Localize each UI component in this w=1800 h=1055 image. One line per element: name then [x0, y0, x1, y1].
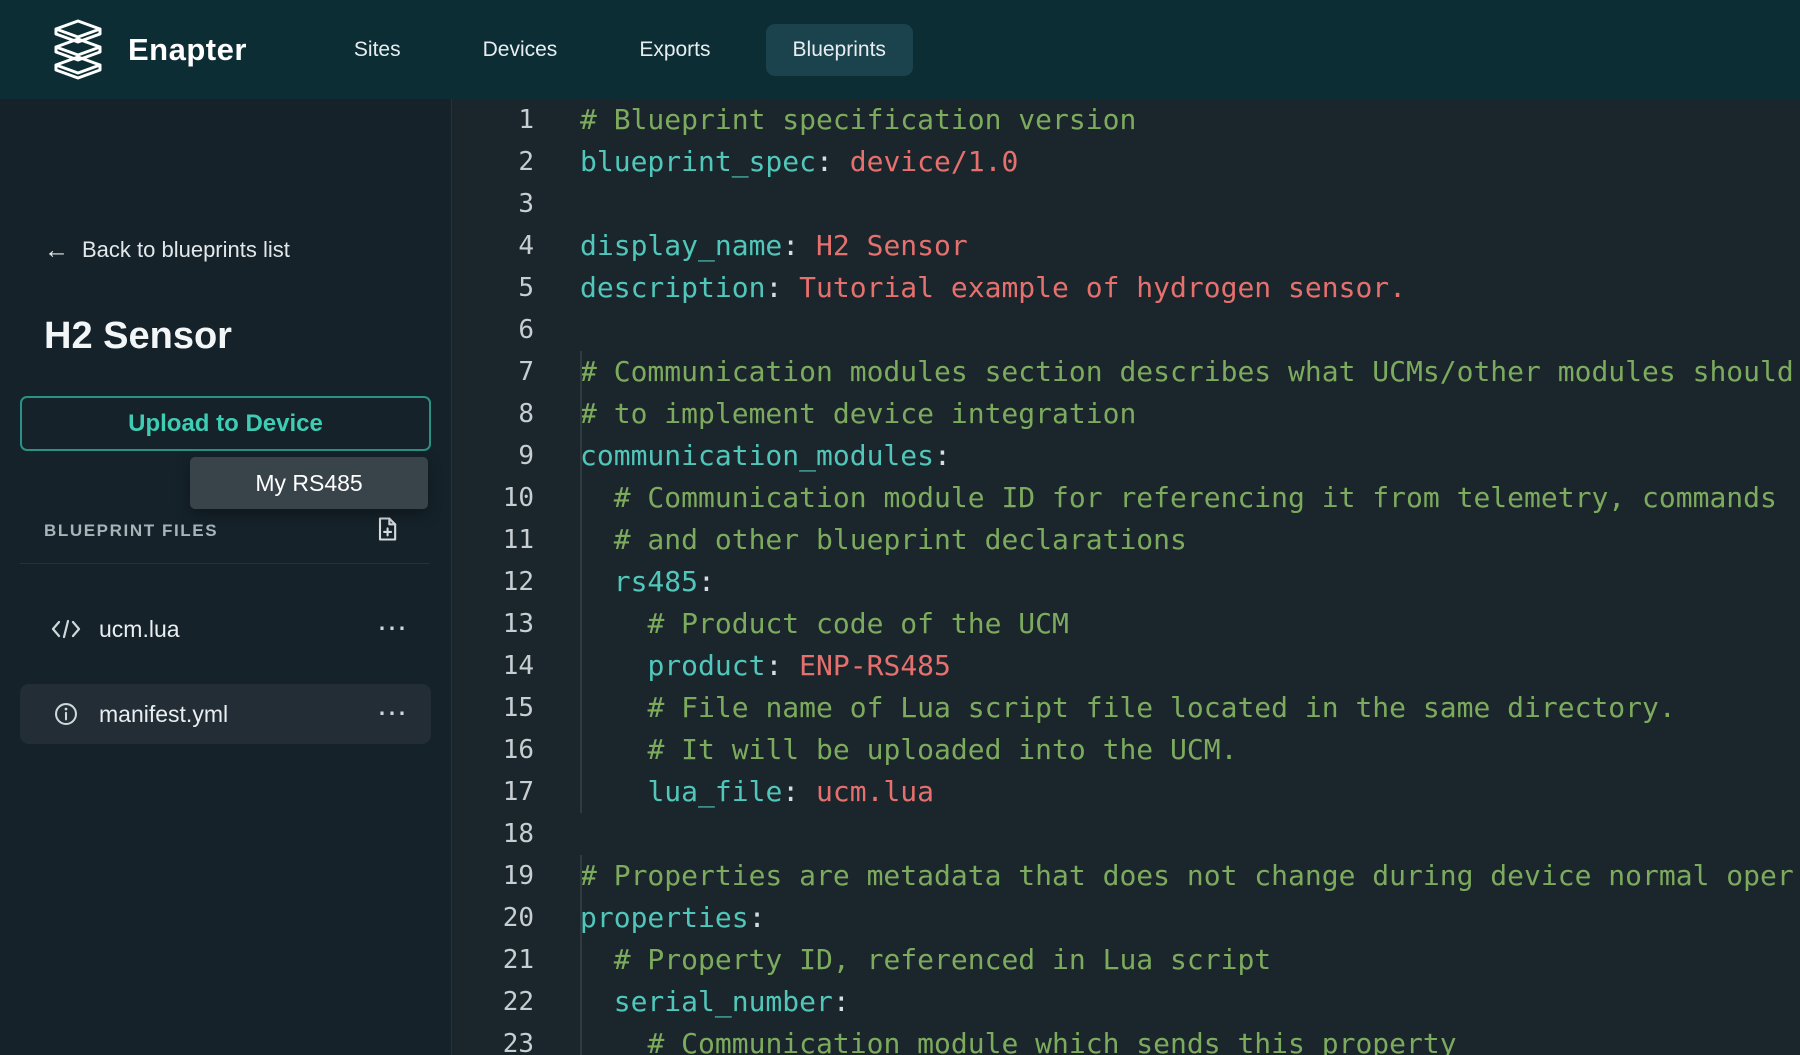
code-line[interactable]: 5 description: Tutorial example of hydrog…: [453, 267, 1800, 309]
code-line-content: # Communication module ID for referencin…: [580, 477, 1777, 519]
nav-item-exports[interactable]: Exports: [612, 24, 737, 76]
code-line-content: # Property ID, referenced in Lua script: [580, 939, 1271, 981]
code-line-content: # Communication module which sends this …: [580, 1023, 1457, 1055]
code-line-content: # and other blueprint declarations: [580, 519, 1187, 561]
nav-item-devices[interactable]: Devices: [456, 24, 585, 76]
line-number: 16: [453, 729, 534, 771]
code-icon: [50, 618, 82, 640]
upload-to-device-button[interactable]: Upload to Device: [20, 396, 431, 451]
code-line[interactable]: 16 # It will be uploaded into the UCM.: [453, 729, 1800, 771]
main-nav: Sites Devices Exports Blueprints: [327, 24, 913, 76]
line-number: 18: [453, 813, 534, 855]
line-number: 15: [453, 687, 534, 729]
code-line[interactable]: 19 # Properties are metadata that does no…: [453, 855, 1800, 897]
line-number: 3: [453, 183, 534, 225]
code-line[interactable]: 11 # and other blueprint declarations: [453, 519, 1800, 561]
line-number: 20: [453, 897, 534, 939]
blueprint-sidebar: ← Back to blueprints list H2 Sensor Uplo…: [0, 99, 452, 1055]
code-line[interactable]: 6: [453, 309, 1800, 351]
code-line-content: properties:: [580, 897, 765, 939]
code-line[interactable]: 23 # Communication module which sends th…: [453, 1023, 1800, 1055]
code-line-content: product: ENP-RS485: [580, 645, 951, 687]
line-number: 13: [453, 603, 534, 645]
nav-item-blueprints[interactable]: Blueprints: [766, 24, 913, 76]
code-line-content: communication_modules:: [580, 435, 951, 477]
code-line[interactable]: 18: [453, 813, 1800, 855]
line-number: 10: [453, 477, 534, 519]
code-line-content: serial_number:: [580, 981, 850, 1023]
code-line-content: blueprint_spec: device/1.0: [580, 141, 1018, 183]
code-line[interactable]: 2 blueprint_spec: device/1.0: [453, 141, 1800, 183]
code-line-content: # Blueprint specification version: [580, 99, 1136, 141]
code-lines: 1 # Blueprint specification version 2 bluep…: [453, 99, 1800, 1055]
back-arrow-icon: ←: [44, 239, 69, 261]
code-line[interactable]: 8 # to implement device integration: [453, 393, 1800, 435]
line-number: 2: [453, 141, 534, 183]
brand-name[interactable]: Enapter: [128, 32, 247, 68]
line-number: 5: [453, 267, 534, 309]
code-line[interactable]: 7 # Communication modules section describ…: [453, 351, 1800, 393]
code-line[interactable]: 9 communication_modules:: [453, 435, 1800, 477]
code-line[interactable]: 13 # Product code of the UCM: [453, 603, 1800, 645]
add-file-button[interactable]: [369, 512, 405, 548]
code-line-content: # File name of Lua script file located i…: [580, 687, 1676, 729]
device-menu-item[interactable]: My RS485: [190, 457, 428, 509]
line-number: 14: [453, 645, 534, 687]
blueprint-files-header: BLUEPRINT FILES: [44, 521, 218, 541]
code-line[interactable]: 17 lua_file: ucm.lua: [453, 771, 1800, 813]
code-line-content: rs485:: [580, 561, 715, 603]
line-number: 17: [453, 771, 534, 813]
code-line-content: description: Tutorial example of hydroge…: [580, 267, 1406, 309]
code-line-content: # Properties are metadata that does not …: [580, 855, 1794, 897]
code-line[interactable]: 22 serial_number:: [453, 981, 1800, 1023]
code-line[interactable]: 21 # Property ID, referenced in Lua scri…: [453, 939, 1800, 981]
line-number: 12: [453, 561, 534, 603]
code-line[interactable]: 10 # Communication module ID for referen…: [453, 477, 1800, 519]
line-number: 22: [453, 981, 534, 1023]
line-number: 19: [453, 855, 534, 897]
code-line-content: # to implement device integration: [580, 393, 1136, 435]
code-line-content: lua_file: ucm.lua: [580, 771, 934, 813]
top-nav-bar: Enapter Sites Devices Exports Blueprints: [0, 0, 1800, 99]
code-line[interactable]: 4 display_name: H2 Sensor: [453, 225, 1800, 267]
files-divider: [20, 563, 430, 564]
line-number: 23: [453, 1023, 534, 1055]
code-line-content: # Communication modules section describe…: [580, 351, 1794, 393]
code-editor[interactable]: 1 # Blueprint specification version 2 bluep…: [453, 99, 1800, 1055]
line-number: 4: [453, 225, 534, 267]
line-number: 1: [453, 99, 534, 141]
code-line[interactable]: 20 properties:: [453, 897, 1800, 939]
file-name: ucm.lua: [99, 616, 180, 643]
file-name: manifest.yml: [99, 701, 228, 728]
line-number: 8: [453, 393, 534, 435]
enapter-logo-icon: [46, 18, 110, 82]
line-number: 7: [453, 351, 534, 393]
file-menu-button[interactable]: ⋯: [377, 614, 407, 644]
code-line[interactable]: 15 # File name of Lua script file locate…: [453, 687, 1800, 729]
code-line-content: # Product code of the UCM: [580, 603, 1069, 645]
blueprint-title: H2 Sensor: [44, 315, 232, 358]
code-line[interactable]: 1 # Blueprint specification version: [453, 99, 1800, 141]
file-plus-icon: [373, 515, 401, 546]
code-line[interactable]: 14 product: ENP-RS485: [453, 645, 1800, 687]
code-line-content: # It will be uploaded into the UCM.: [580, 729, 1237, 771]
file-row-ucm-lua[interactable]: ucm.lua ⋯: [20, 599, 431, 659]
back-link-label: Back to blueprints list: [82, 237, 290, 263]
line-number: 6: [453, 309, 534, 351]
line-number: 11: [453, 519, 534, 561]
nav-item-sites[interactable]: Sites: [327, 24, 428, 76]
file-menu-button[interactable]: ⋯: [377, 699, 407, 729]
line-number: 21: [453, 939, 534, 981]
code-line[interactable]: 3: [453, 183, 1800, 225]
code-line[interactable]: 12 rs485:: [453, 561, 1800, 603]
back-to-blueprints-link[interactable]: ← Back to blueprints list: [44, 237, 290, 263]
file-row-manifest-yml[interactable]: manifest.yml ⋯: [20, 684, 431, 744]
info-icon: [50, 701, 82, 727]
code-line-content: display_name: H2 Sensor: [580, 225, 968, 267]
line-number: 9: [453, 435, 534, 477]
enapter-logo[interactable]: Enapter: [46, 18, 247, 82]
